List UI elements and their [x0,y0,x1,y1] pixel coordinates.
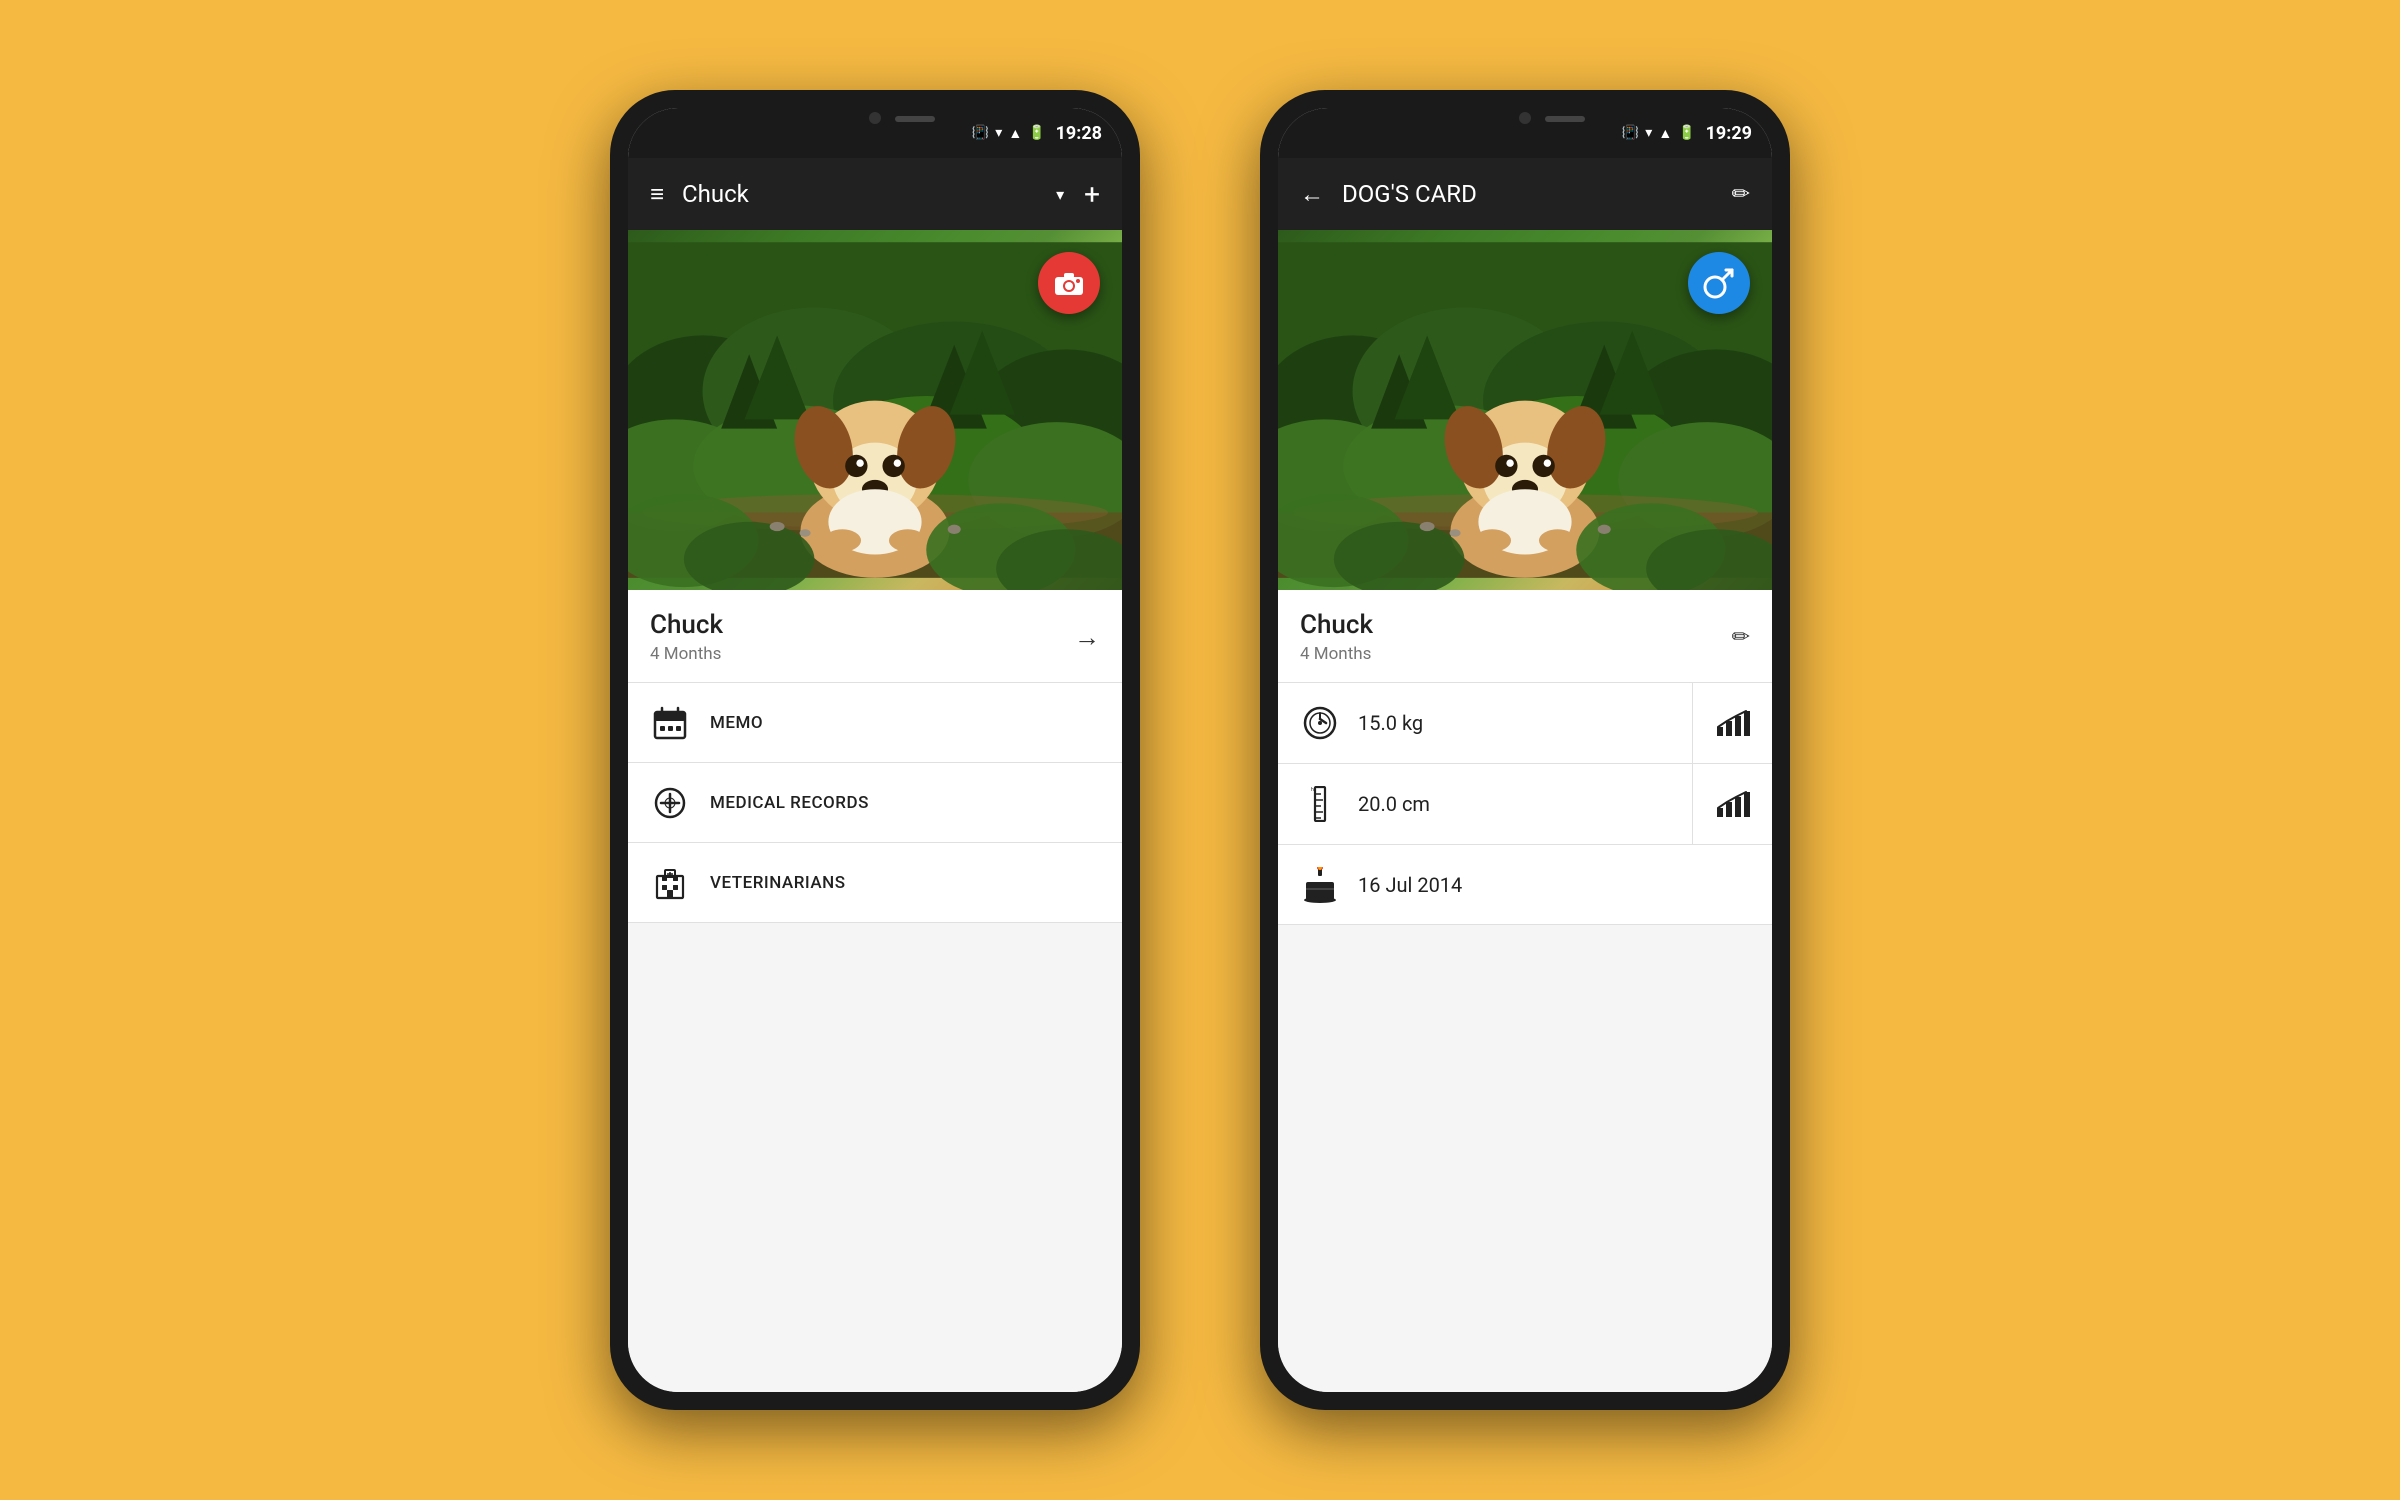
dog-info-card-1[interactable]: Chuck 4 Months → [628,590,1122,683]
cake-icon [1300,865,1340,905]
status-time-2: 19:29 [1706,123,1752,144]
weight-chart-button[interactable] [1692,683,1772,763]
wifi-icon-2: ▾ [1645,125,1652,141]
dog-photo-1 [628,230,1122,590]
edit-icon-appbar[interactable]: ✏ [1732,182,1750,207]
height-stat-row: h 20.0 cm [1278,764,1772,845]
veterinarians-menu-item[interactable]: VETERINARIANS [628,843,1122,923]
male-gender-fab[interactable] [1688,252,1750,314]
camera-fab-button[interactable] [1038,252,1100,314]
calendar-icon [650,703,690,743]
app-bar-2: ← DOG'S CARD ✏ [1278,158,1772,230]
add-icon[interactable]: + [1084,178,1100,211]
dog-name-1: Chuck [650,610,1074,640]
height-stat-left: h 20.0 cm [1278,764,1692,844]
male-icon [1702,266,1736,300]
medical-icon [650,783,690,823]
veterinarians-label: VETERINARIANS [710,873,846,893]
back-icon[interactable]: ← [1300,180,1324,209]
weight-stat-left: 15.0 kg [1278,683,1692,763]
svg-text:h: h [1311,787,1314,793]
medical-records-label: MEDICAL RECORDS [710,793,869,813]
dog-age-2: 4 Months [1300,644,1732,664]
dog-name-2: Chuck [1300,610,1732,640]
battery-icon: 🔋 [1028,125,1045,141]
signal-icon-2: ▲ [1658,125,1672,142]
app-title-1: Chuck [682,180,1056,208]
dog-info-text-2: Chuck 4 Months [1300,610,1732,664]
app-title-2: DOG'S CARD [1342,180,1732,208]
weight-chart-icon [1716,709,1750,737]
vibrate-icon: 📳 [972,125,989,141]
vibrate-icon-2: 📳 [1622,125,1639,141]
ruler-icon: h [1300,784,1340,824]
status-time-1: 19:28 [1056,123,1102,144]
weight-stat-row: 15.0 kg [1278,683,1772,764]
height-chart-button[interactable] [1692,764,1772,844]
screen-fill-1 [628,923,1122,1392]
birthday-row[interactable]: 16 Jul 2014 [1278,845,1772,925]
scale-icon [1300,703,1340,743]
weight-value: 15.0 kg [1358,711,1423,735]
status-icons-2: 📳 ▾ ▲ 🔋 [1622,125,1696,142]
medical-records-menu-item[interactable]: MEDICAL RECORDS [628,763,1122,843]
dog-info-card-2: Chuck 4 Months ✏ [1278,590,1772,683]
battery-icon-2: 🔋 [1678,125,1695,141]
dog-age-1: 4 Months [650,644,1074,664]
camera-icon [1054,270,1084,296]
phone-2: 📳 ▾ ▲ 🔋 19:29 ← DOG'S CARD ✏ [1260,90,1790,1410]
status-bar-2: 📳 ▾ ▲ 🔋 19:29 [1278,108,1772,158]
status-bar-1: 📳 ▾ ▲ 🔋 19:28 [628,108,1122,158]
height-chart-icon [1716,790,1750,818]
navigate-arrow-icon[interactable]: → [1074,622,1100,653]
height-value: 20.0 cm [1358,792,1430,816]
dog-info-text-1: Chuck 4 Months [650,610,1074,664]
screen-fill-2 [1278,925,1772,1392]
status-icons-1: 📳 ▾ ▲ 🔋 [972,125,1046,142]
dropdown-icon[interactable]: ▾ [1056,185,1064,204]
hospital-icon [650,863,690,903]
memo-menu-item[interactable]: MEMO [628,683,1122,763]
birthday-value: 16 Jul 2014 [1358,873,1462,897]
phone-2-screen: 📳 ▾ ▲ 🔋 19:29 ← DOG'S CARD ✏ [1278,108,1772,1392]
edit-pencil-icon[interactable]: ✏ [1732,625,1750,650]
phone-1: 📳 ▾ ▲ 🔋 19:28 ≡ Chuck ▾ + [610,90,1140,1410]
phone-1-screen: 📳 ▾ ▲ 🔋 19:28 ≡ Chuck ▾ + [628,108,1122,1392]
app-bar-1: ≡ Chuck ▾ + [628,158,1122,230]
signal-icon: ▲ [1008,125,1022,142]
hamburger-menu-icon[interactable]: ≡ [650,180,664,209]
memo-label: MEMO [710,713,763,733]
dog-photo-2 [1278,230,1772,590]
wifi-icon: ▾ [995,125,1002,141]
